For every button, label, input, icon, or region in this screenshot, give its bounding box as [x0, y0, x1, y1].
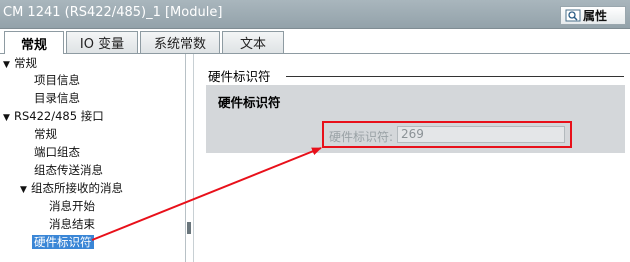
- properties-icon: [565, 9, 581, 22]
- expand-arrow-icon[interactable]: ▼: [20, 182, 31, 199]
- tab-texts-label: 文本: [239, 37, 266, 52]
- title-bar: CM 1241 (RS422/485)_1 [Module] 属性: [0, 0, 630, 29]
- tree-item-message-end[interactable]: 消息结束: [49, 216, 95, 233]
- tree-scrollbar[interactable]: [185, 54, 193, 262]
- tab-texts[interactable]: 文本: [222, 31, 284, 53]
- tree-item-rs422-interface[interactable]: ▼ RS422/485 接口: [3, 108, 104, 125]
- tab-general[interactable]: 常规: [4, 31, 64, 54]
- tree-item-catalog-info[interactable]: 目录信息: [34, 90, 80, 107]
- pane-splitter[interactable]: [193, 54, 199, 262]
- panel-header: 硬件标识符: [218, 95, 281, 110]
- tree-item-interface-general[interactable]: 常规: [34, 126, 57, 143]
- tree-item-general[interactable]: ▼ 常规: [3, 55, 37, 72]
- tree-item-hardware-id[interactable]: 硬件标识符: [32, 234, 94, 251]
- tab-io-tags-label: IO 变量: [79, 37, 125, 52]
- tree-item-message-start[interactable]: 消息开始: [49, 198, 95, 215]
- annotation-highlight-box: [322, 121, 572, 148]
- tab-io-tags[interactable]: IO 变量: [66, 31, 138, 53]
- properties-tab[interactable]: 属性: [560, 6, 626, 25]
- tree-item-project-info[interactable]: 项目信息: [34, 72, 80, 89]
- tree-item-receive-message[interactable]: ▼ 组态所接收的消息: [20, 180, 123, 197]
- expand-arrow-icon[interactable]: ▼: [3, 57, 14, 74]
- tree-item-port-config[interactable]: 端口组态: [34, 144, 80, 161]
- section-divider: [286, 76, 624, 77]
- scrollbar-thumb[interactable]: [187, 222, 191, 234]
- tab-general-label: 常规: [20, 37, 47, 53]
- tab-system-constants[interactable]: 系统常数: [140, 31, 220, 53]
- section-title: 硬件标识符: [208, 69, 271, 84]
- tree-item-transmit-message[interactable]: 组态传送消息: [34, 162, 103, 179]
- window-title: CM 1241 (RS422/485)_1 [Module]: [3, 5, 223, 20]
- tab-bar: 常规 IO 变量 系统常数 文本: [0, 29, 630, 54]
- properties-tab-label: 属性: [583, 9, 608, 23]
- tab-system-constants-label: 系统常数: [153, 37, 206, 52]
- expand-arrow-icon[interactable]: ▼: [3, 110, 14, 127]
